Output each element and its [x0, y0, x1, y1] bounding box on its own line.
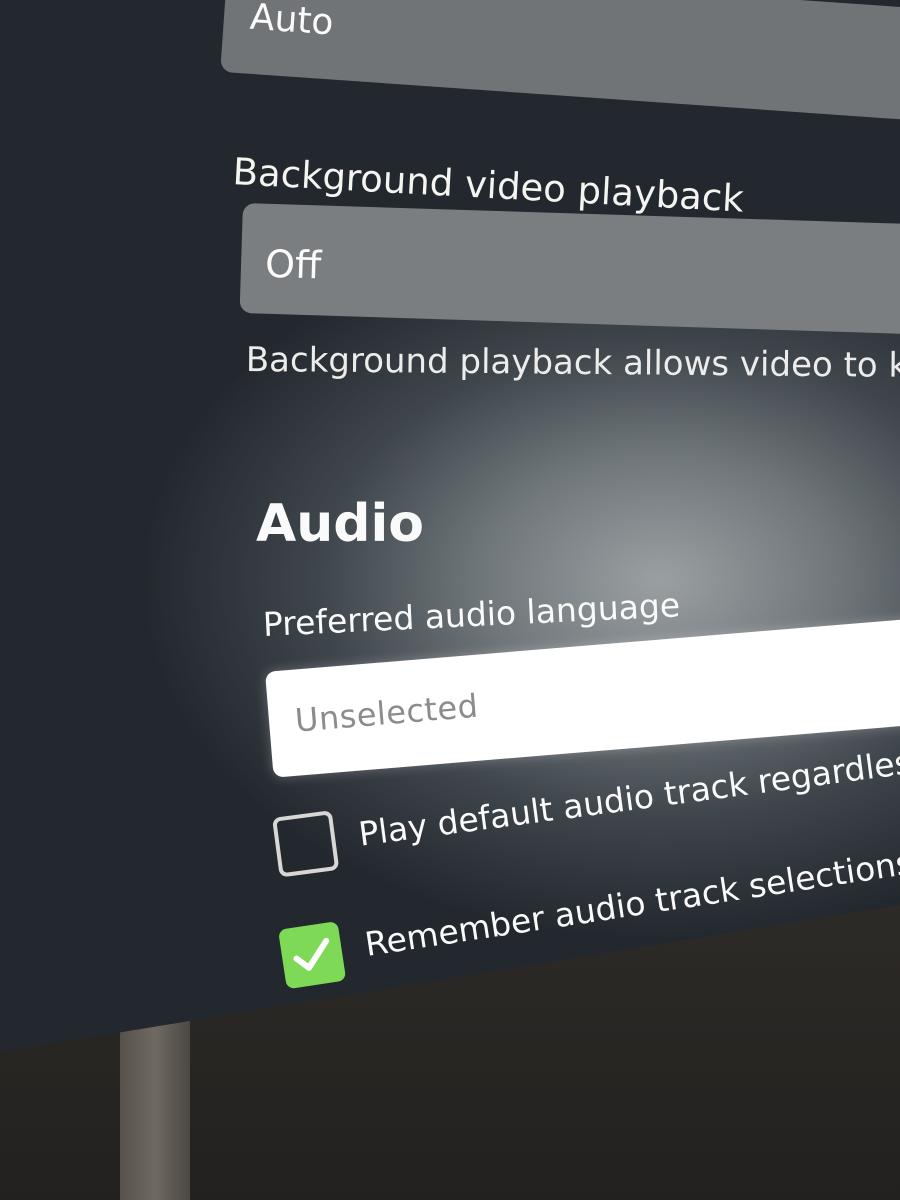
remember-audio-checkbox[interactable]	[278, 921, 347, 990]
checkmark-icon	[293, 937, 330, 971]
audio-section-heading: Audio	[256, 494, 425, 554]
preferred-audio-language-input[interactable]: Unselected	[265, 615, 900, 778]
background-playback-help-text: Background playback allows video to ke	[245, 340, 900, 386]
monitor-stand	[120, 1020, 190, 1200]
play-default-audio-checkbox[interactable]	[272, 810, 340, 878]
quality-select[interactable]: Auto	[220, 0, 900, 122]
preferred-audio-language-placeholder: Unselected	[293, 686, 480, 740]
background-playback-value: Off	[264, 241, 322, 288]
preferred-audio-language-label: Preferred audio language	[262, 585, 681, 644]
background-playback-select[interactable]: Off	[239, 203, 900, 335]
quality-select-value: Auto	[248, 0, 335, 44]
